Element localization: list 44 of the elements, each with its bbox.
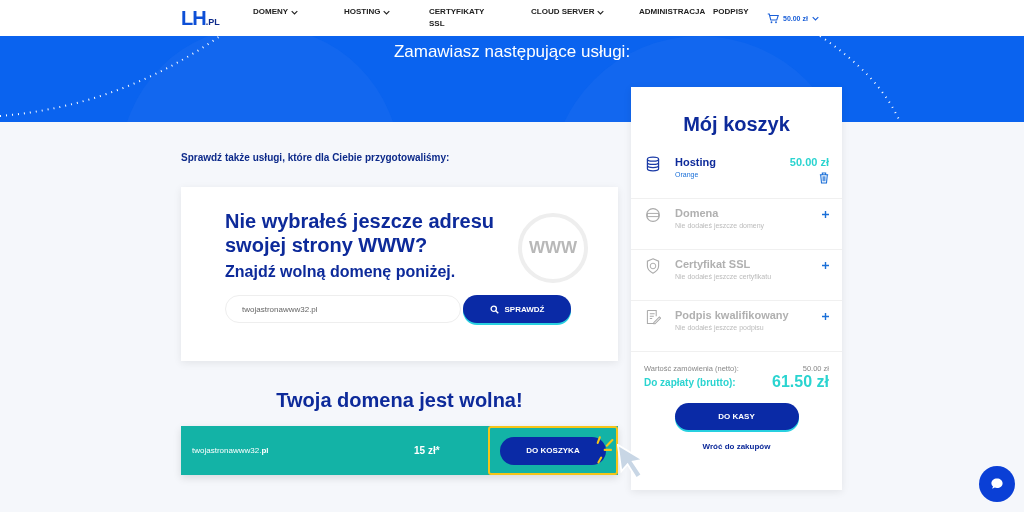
- globe-icon: [645, 207, 661, 223]
- database-icon: [645, 156, 661, 172]
- cart-title: Mój koszyk: [682, 113, 791, 136]
- gross-label: Do zapłaty (brutto):: [644, 376, 736, 388]
- add-icon[interactable]: [822, 313, 829, 320]
- nav-link[interactable]: CERTYFIKATY SSL: [429, 6, 489, 30]
- section-heading: Sprawdź także usługi, które dla Ciebie przygotowaliśmy:: [181, 152, 451, 163]
- add-icon[interactable]: [822, 262, 829, 269]
- banner-title: Zamawiasz następujące usługi:: [392, 41, 632, 62]
- check-button[interactable]: SPRAWDŹ: [463, 295, 571, 323]
- add-to-cart-button[interactable]: DO KOSZYKA: [500, 436, 606, 465]
- logo[interactable]: LH.PL: [181, 6, 253, 30]
- cart-item-name: Domena: [675, 207, 720, 219]
- nav-link[interactable]: DOMENY: [253, 6, 344, 18]
- card-title: Nie wybrałeś jeszcze adresu swojej strony WWW?: [225, 209, 496, 257]
- nav-link[interactable]: PODPISY: [713, 6, 767, 18]
- cart-item-name: Podpis kwalifikowany: [675, 309, 790, 321]
- domain-name: twojastronawww32.pl: [192, 446, 270, 455]
- chat-button[interactable]: [979, 466, 1015, 502]
- chevron-icon: [383, 10, 391, 15]
- cart-item-price: 50.00 zł: [789, 156, 829, 168]
- domain-price: 15 zł*: [414, 445, 441, 456]
- www-globe-icon: WWW: [518, 213, 588, 283]
- domain-input[interactable]: twojastronawww32.pl: [225, 295, 461, 323]
- cart-icon: [767, 12, 779, 24]
- add-icon[interactable]: [822, 211, 829, 218]
- back-link[interactable]: Wróć do zakupów: [702, 442, 771, 451]
- trash-icon[interactable]: [819, 172, 829, 184]
- shield-icon: [645, 258, 661, 274]
- nav-link[interactable]: CLOUD SERVER: [531, 6, 639, 18]
- nav-link[interactable]: ADMINISTRACJA: [639, 6, 713, 18]
- chevron-icon: [291, 10, 299, 15]
- chat-icon: [989, 476, 1005, 492]
- nav-link[interactable]: HOSTING: [344, 6, 429, 18]
- document-pen-icon: [645, 309, 661, 325]
- card-subtitle: Znajdź wolną domenę poniżej.: [225, 263, 457, 281]
- cart-item-name: Hosting: [675, 156, 717, 168]
- result-heading: Twoja domena jest wolna!: [275, 389, 524, 412]
- search-icon: [489, 304, 499, 314]
- chevron-icon: [597, 10, 605, 15]
- chevron-icon: [811, 15, 819, 21]
- cart-item-name: Certyfikat SSL: [675, 258, 752, 270]
- gross-value: 61.50 zł: [772, 373, 829, 391]
- checkout-button[interactable]: DO KASY: [674, 403, 799, 430]
